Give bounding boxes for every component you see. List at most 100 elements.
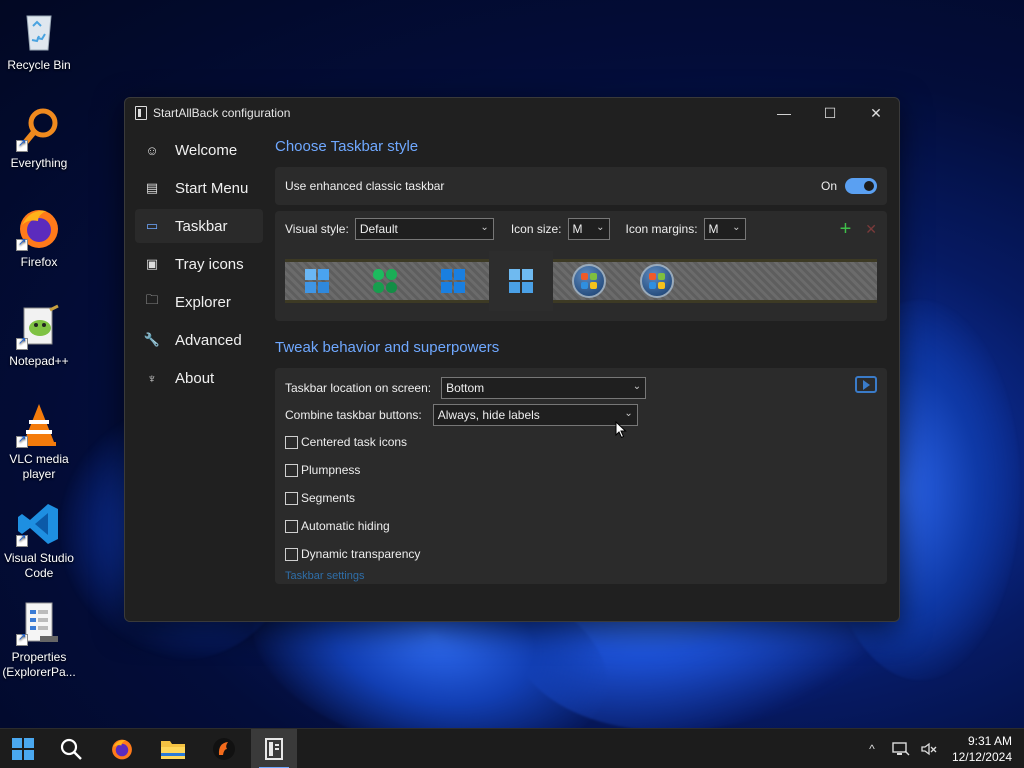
desktop-icon-label: Recycle Bin xyxy=(7,58,71,72)
enhanced-taskbar-row: Use enhanced classic taskbar On xyxy=(275,167,887,205)
sidebar-item-label: Explorer xyxy=(175,293,231,311)
sidebar: ☺ Welcome ▤ Start Menu ▭ Taskbar ▣ Tray … xyxy=(135,133,263,399)
app-icon xyxy=(213,738,235,760)
style-option-win11-selected[interactable] xyxy=(489,251,553,311)
style-option-vista[interactable] xyxy=(625,251,689,311)
location-select[interactable]: Bottom ⌄ xyxy=(441,376,647,399)
shortcut-arrow-icon xyxy=(16,336,28,350)
checkbox-row[interactable]: Segments xyxy=(285,484,877,512)
vista-orb-icon xyxy=(640,264,674,298)
enhanced-taskbar-label: Use enhanced classic taskbar xyxy=(285,179,445,193)
tray-overflow-chevron[interactable]: ^ xyxy=(860,729,884,768)
taskbar-style-card: Visual style: Default ⌄ Icon size: M ⌄ I… xyxy=(275,211,887,321)
desktop-icon-firefox[interactable]: Firefox xyxy=(0,205,78,270)
visual-style-select[interactable]: Default ⌄ xyxy=(354,218,494,240)
taskbar-file-explorer-button[interactable] xyxy=(150,729,196,768)
desktop-icon-vlc[interactable]: VLC media player xyxy=(0,402,78,482)
checkbox-row[interactable]: Centered task icons xyxy=(285,428,877,456)
visual-style-value: Default xyxy=(359,222,398,236)
desktop-icon-notepadpp[interactable]: Notepad++ xyxy=(0,304,78,369)
everything-search-icon xyxy=(16,106,62,152)
taskbar-app-button[interactable] xyxy=(201,729,247,768)
sidebar-item-welcome[interactable]: ☺ Welcome xyxy=(135,133,263,167)
taskbar-startallback-button[interactable] xyxy=(251,729,297,768)
icon-size-label: Icon size: xyxy=(510,222,562,236)
sidebar-item-start-menu[interactable]: ▤ Start Menu xyxy=(135,171,263,205)
about-icon: ♆ xyxy=(147,370,157,386)
style-option-win7[interactable] xyxy=(557,251,621,311)
chevron-down-icon: ⌄ xyxy=(632,380,642,392)
checkbox-row[interactable]: Automatic hiding xyxy=(285,512,877,540)
checkbox-row[interactable]: Dynamic transparency xyxy=(285,540,877,568)
icon-margins-select[interactable]: M ⌄ xyxy=(703,218,746,240)
close-button[interactable]: ✕ xyxy=(853,98,899,128)
desktop-icon-label: Properties xyxy=(11,650,67,664)
segments-checkbox[interactable] xyxy=(285,491,298,505)
recycle-bin-icon xyxy=(16,8,62,54)
centered-icons-checkbox[interactable] xyxy=(285,435,298,449)
sidebar-item-tray-icons[interactable]: ▣ Tray icons xyxy=(135,247,263,281)
play-video-icon[interactable] xyxy=(855,376,877,393)
chevron-down-icon: ⌄ xyxy=(596,222,605,233)
automatic-hiding-checkbox[interactable] xyxy=(285,519,298,533)
visual-style-label: Visual style: xyxy=(285,222,349,236)
icon-size-select[interactable]: M ⌄ xyxy=(567,218,610,240)
windows-logo-icon xyxy=(509,269,533,293)
chevron-down-icon: ⌄ xyxy=(732,222,741,233)
maximize-button[interactable]: ☐ xyxy=(807,98,853,128)
sidebar-item-explorer[interactable]: 🗀 Explorer xyxy=(135,285,263,319)
properties-icon xyxy=(16,600,62,646)
enhanced-taskbar-toggle[interactable] xyxy=(845,178,877,194)
notepad-plus-plus-icon xyxy=(16,304,62,350)
location-label: Taskbar location on screen: xyxy=(285,380,432,395)
taskbar-search-button[interactable] xyxy=(48,729,94,768)
shortcut-arrow-icon xyxy=(16,533,28,547)
minimize-button[interactable]: — xyxy=(761,98,807,128)
sidebar-item-label: Tray icons xyxy=(175,255,244,273)
plumpness-checkbox[interactable] xyxy=(285,463,298,477)
network-icon[interactable] xyxy=(889,729,913,768)
main-content: Choose Taskbar style Use enhanced classi… xyxy=(275,133,887,584)
startallback-icon xyxy=(265,738,283,760)
icon-size-value: M xyxy=(572,222,583,236)
taskbar-firefox-button[interactable] xyxy=(99,729,145,768)
volume-muted-icon[interactable] xyxy=(917,729,941,768)
start-icon xyxy=(12,738,34,760)
style-option-win10[interactable] xyxy=(421,251,485,311)
desktop-icon-recycle-bin[interactable]: Recycle Bin xyxy=(0,8,78,73)
clock[interactable]: 9:31 AM 12/12/2024 xyxy=(952,733,1012,765)
icon-margins-value: M xyxy=(708,222,719,236)
checkbox-row[interactable]: Plumpness xyxy=(285,456,877,484)
combine-select[interactable]: Always, hide labels ⌄ xyxy=(432,403,638,426)
desktop-icon-everything[interactable]: Everything xyxy=(0,106,78,171)
sidebar-item-label: Start Menu xyxy=(175,179,249,197)
style-option-win11-blue[interactable] xyxy=(285,251,349,311)
shortcut-arrow-icon xyxy=(16,434,28,448)
remove-style-button[interactable]: ✕ xyxy=(865,221,877,238)
sidebar-item-taskbar[interactable]: ▭ Taskbar xyxy=(135,209,263,243)
icon-margins-label: Icon margins: xyxy=(625,222,698,236)
system-taskbar: ^ 9:31 AM 12/12/2024 xyxy=(0,728,1024,768)
desktop-icon-label: Notepad++ xyxy=(9,354,69,368)
firefox-icon xyxy=(16,205,62,251)
desktop-icon-properties[interactable]: Properties (ExplorerPa... xyxy=(0,600,78,680)
dynamic-transparency-checkbox[interactable] xyxy=(285,547,298,561)
sidebar-item-advanced[interactable]: 🔧 Advanced xyxy=(135,323,263,357)
vlc-icon xyxy=(16,402,62,448)
style-option-green[interactable] xyxy=(353,251,417,311)
taskbar-settings-link[interactable]: Taskbar settings xyxy=(285,570,877,582)
desktop-icon-label: Code xyxy=(24,566,54,580)
windows11-logo-icon xyxy=(305,269,329,293)
sidebar-item-about[interactable]: ♆ About xyxy=(135,361,263,395)
search-icon xyxy=(60,738,82,760)
taskbar-start-button[interactable] xyxy=(0,729,46,768)
window-title: StartAllBack configuration xyxy=(153,106,291,120)
checkbox-label: Segments xyxy=(301,491,356,505)
windows10-logo-icon xyxy=(441,269,465,293)
chevron-down-icon: ⌄ xyxy=(624,407,633,419)
location-row: Taskbar location on screen: Bottom ⌄ xyxy=(285,374,877,401)
firefox-icon xyxy=(112,739,132,760)
desktop-icon-vscode[interactable]: Visual Studio Code xyxy=(0,501,78,581)
add-style-button[interactable]: + xyxy=(840,218,852,241)
title-bar[interactable]: StartAllBack configuration — ☐ ✕ xyxy=(125,98,899,128)
